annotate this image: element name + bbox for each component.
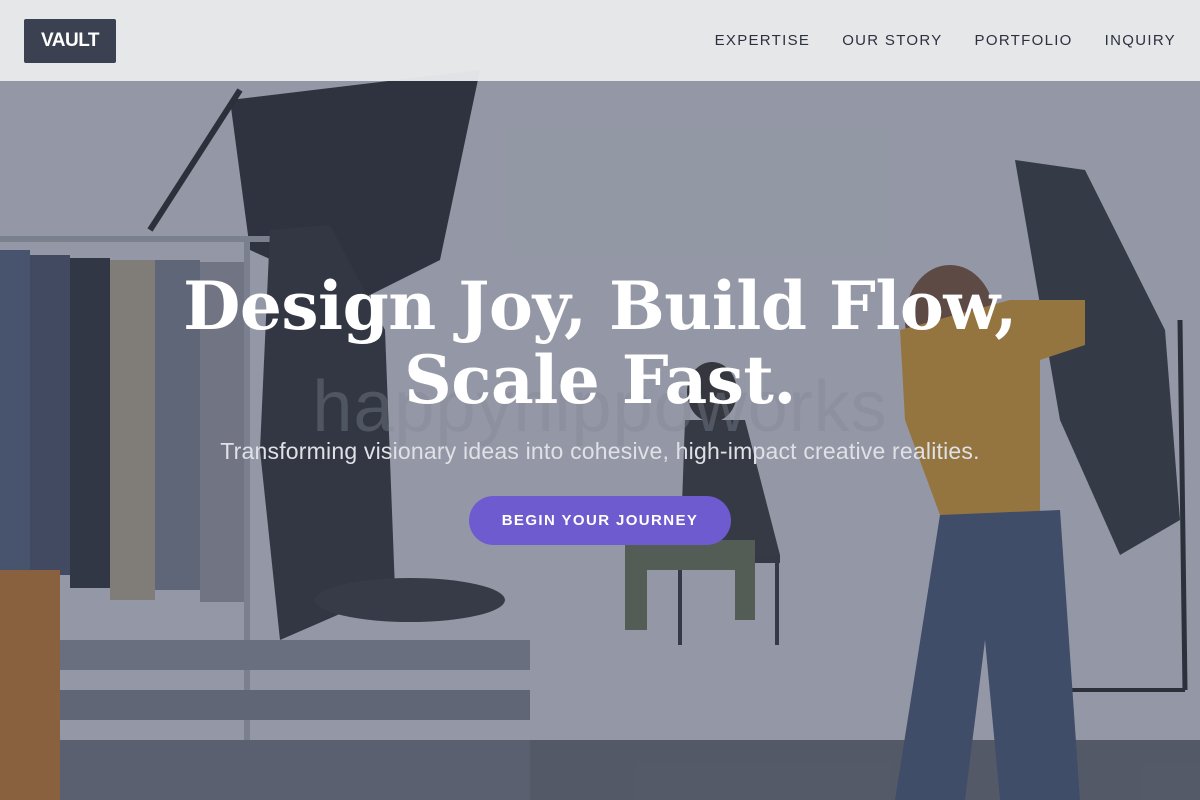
nav-link-inquiry[interactable]: INQUIRY — [1105, 32, 1176, 49]
nav-link-our-story[interactable]: OUR STORY — [842, 32, 942, 49]
nav-link-portfolio[interactable]: PORTFOLIO — [975, 32, 1073, 49]
hero-title: Design Joy, Build Flow, Scale Fast. — [0, 269, 1200, 417]
begin-journey-button[interactable]: BEGIN YOUR JOURNEY — [469, 496, 731, 545]
nav-link-expertise[interactable]: EXPERTISE — [715, 32, 811, 49]
logo[interactable]: VAULT — [24, 18, 116, 63]
hero-title-line-2: Scale Fast. — [404, 341, 796, 419]
hero-subtitle: Transforming visionary ideas into cohesi… — [220, 438, 980, 464]
hero-title-line-1: Design Joy, Build Flow, — [183, 267, 1017, 345]
main-nav: EXPERTISE OUR STORY PORTFOLIO INQUIRY — [715, 32, 1176, 49]
hero-section: happyhippoworks Design Joy, Build Flow, … — [0, 81, 1200, 800]
site-header: VAULT EXPERTISE OUR STORY PORTFOLIO INQU… — [0, 0, 1200, 81]
